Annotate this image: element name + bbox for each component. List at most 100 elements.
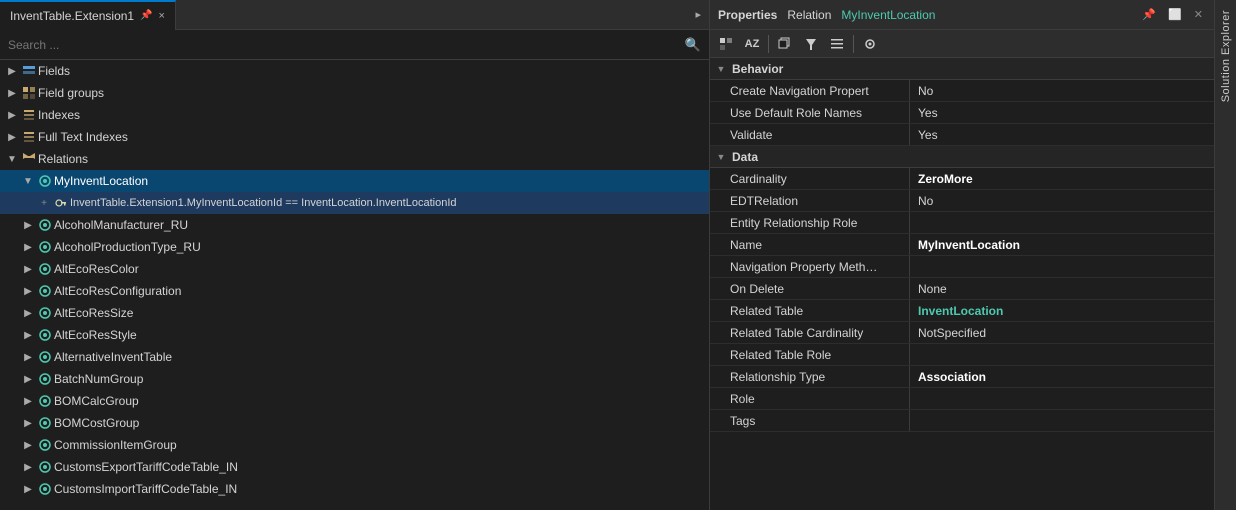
copy-button[interactable] [773, 33, 797, 55]
prop-value-create-navigation[interactable]: No [910, 84, 1214, 98]
expander-alcoholmanufacturer: ▶ [20, 220, 36, 231]
prop-row-tags: Tags [710, 410, 1214, 432]
properties-title: Properties [718, 8, 777, 22]
tab-inventtable[interactable]: InventTable.Extension1 📌 × [0, 0, 176, 30]
tree-node-customsimporttariff[interactable]: ▶ CustomsImportTariffCodeTable_IN [0, 478, 709, 500]
tree-node-alternativeinventtable[interactable]: ▶ AlternativeInventTable [0, 346, 709, 368]
tree-node-alcoholmanufacturer[interactable]: ▶ AlcoholManufacturer_RU [0, 214, 709, 236]
prop-name-related-table: Related Table [710, 300, 910, 321]
section-title-behavior: Behavior [732, 62, 783, 76]
prop-value-relationship-type[interactable]: Association [910, 370, 1214, 384]
prop-value-related-table-cardinality[interactable]: NotSpecified [910, 326, 1214, 340]
expander-indexes: ▶ [4, 110, 20, 121]
relation-item-icon-5 [36, 283, 54, 299]
relation-item-icon-13 [36, 459, 54, 475]
float-button[interactable]: ⬜ [1165, 6, 1185, 23]
relation-value-header: MyInventLocation [841, 8, 935, 22]
section-header-data[interactable]: ▼ Data [710, 146, 1214, 168]
tab-close-button[interactable]: × [159, 10, 165, 22]
node-label-altecoresconfig: AltEcoResConfiguration [54, 284, 709, 298]
node-label-fields: Fields [38, 64, 709, 78]
tab-overflow-arrow[interactable]: ▸ [687, 8, 709, 21]
expander-bomcalcgroup: ▶ [20, 396, 36, 407]
node-label-myinventlocation: MyInventLocation [54, 174, 709, 188]
prop-value-edtrelation[interactable]: No [910, 194, 1214, 208]
prop-row-entity-relationship-role: Entity Relationship Role [710, 212, 1214, 234]
node-label-inventlocationid: InventTable.Extension1.MyInventLocationI… [70, 197, 709, 209]
prop-value-use-default-role[interactable]: Yes [910, 106, 1214, 120]
tree-node-indexes[interactable]: ▶ Indexes [0, 104, 709, 126]
fieldgroups-icon [20, 85, 38, 101]
toolbar-separator-1 [768, 35, 769, 53]
filter-button[interactable] [799, 33, 823, 55]
prop-value-related-table[interactable]: InventLocation [910, 304, 1214, 318]
key-icon [52, 195, 70, 211]
expander-alternativeinventtable: ▶ [20, 352, 36, 363]
tree-node-fieldgroups[interactable]: ▶ Field groups [0, 82, 709, 104]
prop-row-use-default-role: Use Default Role Names Yes [710, 102, 1214, 124]
properties-header: Properties Relation MyInventLocation 📌 ⬜… [710, 0, 1214, 30]
tab-pin-icon[interactable]: 📌 [140, 1, 152, 31]
tree-node-alcoholproductiontype[interactable]: ▶ AlcoholProductionType_RU [0, 236, 709, 258]
tree-node-altecoresconfig[interactable]: ▶ AltEcoResConfiguration [0, 280, 709, 302]
section-header-behavior[interactable]: ▼ Behavior [710, 58, 1214, 80]
tree-node-altecoressize[interactable]: ▶ AltEcoResSize [0, 302, 709, 324]
prop-value-on-delete[interactable]: None [910, 282, 1214, 296]
close-properties-button[interactable]: ✕ [1191, 6, 1206, 23]
prop-name-related-table-cardinality: Related Table Cardinality [710, 322, 910, 343]
node-label-indexes: Indexes [38, 108, 709, 122]
node-label-altecorescolor: AltEcoResColor [54, 262, 709, 276]
expander-customsexporttariff: ▶ [20, 462, 36, 473]
prop-name-related-table-role: Related Table Role [710, 344, 910, 365]
tree-node-fields[interactable]: ▶ Fields [0, 60, 709, 82]
tree-node-myinventlocation[interactable]: ▼ MyInventLocation [0, 170, 709, 192]
tree-node-bomcostgroup[interactable]: ▶ BOMCostGroup [0, 412, 709, 434]
tree-node-batchnumgroup[interactable]: ▶ BatchNumGroup [0, 368, 709, 390]
relation-label: Relation [787, 8, 831, 22]
categorized-view-button[interactable] [714, 33, 738, 55]
indexes-icon [20, 107, 38, 123]
prop-value-validate[interactable]: Yes [910, 128, 1214, 142]
prop-name-entity-relationship-role: Entity Relationship Role [710, 212, 910, 233]
prop-name-on-delete: On Delete [710, 278, 910, 299]
prop-row-create-navigation: Create Navigation Propert No [710, 80, 1214, 102]
prop-row-edtrelation: EDTRelation No [710, 190, 1214, 212]
section-collapse-data: ▼ [714, 152, 728, 162]
node-label-alcoholmanufacturer: AlcoholManufacturer_RU [54, 218, 709, 232]
node-label-customsimporttariff: CustomsImportTariffCodeTable_IN [54, 482, 709, 496]
node-label-altecoressize: AltEcoResSize [54, 306, 709, 320]
search-bar: 🔍 [0, 30, 709, 60]
left-panel: InventTable.Extension1 📌 × ▸ 🔍 ▶ Fields … [0, 0, 710, 510]
tree-node-altecorescolor[interactable]: ▶ AltEcoResColor [0, 258, 709, 280]
settings-button[interactable] [858, 33, 882, 55]
pin-button[interactable]: 📌 [1139, 6, 1159, 23]
prop-value-cardinality[interactable]: ZeroMore [910, 172, 1214, 186]
tree-node-altecoresstyle[interactable]: ▶ AltEcoResStyle [0, 324, 709, 346]
tree-node-customsexporttariff[interactable]: ▶ CustomsExportTariffCodeTable_IN [0, 456, 709, 478]
right-panel: Properties Relation MyInventLocation 📌 ⬜… [710, 0, 1214, 510]
section-title-data: Data [732, 150, 758, 164]
node-label-alcoholproductiontype: AlcoholProductionType_RU [54, 240, 709, 254]
expander-altecorescolor: ▶ [20, 264, 36, 275]
search-input[interactable] [8, 38, 685, 52]
expand-button[interactable] [825, 33, 849, 55]
tree-node-commissionitemgroup[interactable]: ▶ CommissionItemGroup [0, 434, 709, 456]
node-label-fieldgroups: Field groups [38, 86, 709, 100]
expander-commissionitemgroup: ▶ [20, 440, 36, 451]
tree-node-bomcalcgroup[interactable]: ▶ BOMCalcGroup [0, 390, 709, 412]
node-label-bomcostgroup: BOMCostGroup [54, 416, 709, 430]
tree-node-inventlocationid[interactable]: + InventTable.Extension1.MyInventLocatio… [0, 192, 709, 214]
props-table: ▼ Behavior Create Navigation Propert No … [710, 58, 1214, 510]
prop-name-cardinality: Cardinality [710, 168, 910, 189]
fields-icon [20, 63, 38, 79]
tab-title: InventTable.Extension1 [10, 9, 134, 23]
tree-node-relations[interactable]: ▼ Relations [0, 148, 709, 170]
prop-row-related-table-role: Related Table Role [710, 344, 1214, 366]
tree-node-fulltextindexes[interactable]: ▶ Full Text Indexes [0, 126, 709, 148]
relation-item-icon-12 [36, 437, 54, 453]
expander-alcoholproductiontype: ▶ [20, 242, 36, 253]
alphabetical-view-button[interactable]: AZ [740, 33, 764, 55]
relation-item-icon-14 [36, 481, 54, 497]
relation-item-icon-3 [36, 239, 54, 255]
prop-value-name[interactable]: MyInventLocation [910, 238, 1214, 252]
